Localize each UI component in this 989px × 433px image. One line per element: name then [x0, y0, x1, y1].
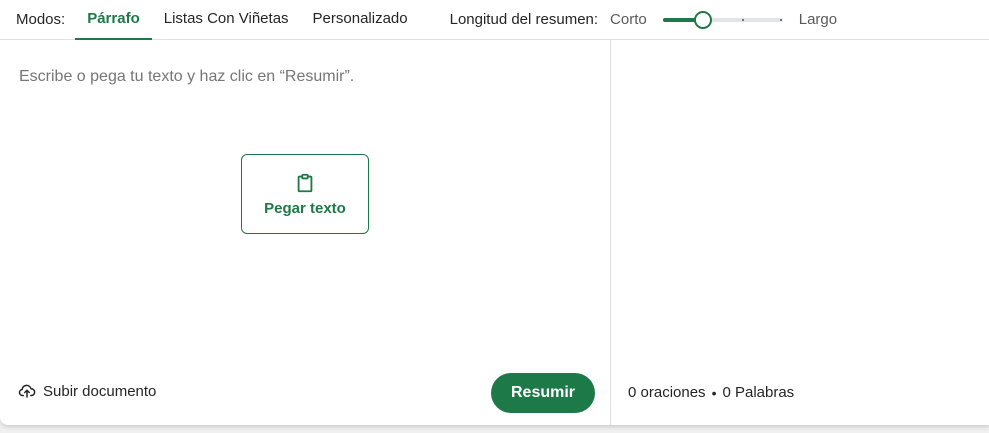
tab-custom[interactable]: Personalizado: [301, 0, 420, 40]
slider-thumb[interactable]: [693, 10, 712, 29]
input-placeholder[interactable]: Escribe o pega tu texto y haz clic en “R…: [19, 68, 354, 86]
tab-paragraph[interactable]: Párrafo: [75, 0, 152, 40]
mode-toolbar: Modos: Párrafo Listas Con Viñetas Person…: [0, 0, 989, 40]
output-stats: 0 oraciones • 0 Palabras: [628, 384, 794, 401]
sentence-count: 0 oraciones: [628, 384, 706, 401]
modes-label: Modos:: [16, 11, 66, 28]
slider-tick: [741, 18, 744, 21]
paste-text-button[interactable]: Pegar texto: [241, 154, 369, 234]
long-label: Largo: [798, 11, 838, 28]
slider-tick: [779, 18, 782, 21]
summary-length-label: Longitud del resumen:: [449, 11, 599, 28]
short-label: Corto: [610, 11, 647, 28]
word-count: 0 Palabras: [722, 384, 795, 401]
upload-document-button[interactable]: Subir documento: [18, 382, 156, 400]
summary-length-slider[interactable]: [662, 10, 783, 30]
summarizer-card: Modos: Párrafo Listas Con Viñetas Person…: [0, 0, 989, 425]
summarize-button[interactable]: Resumir: [491, 373, 595, 413]
upload-document-label: Subir documento: [43, 382, 157, 400]
cloud-upload-icon: [18, 384, 36, 398]
paste-text-label: Pegar texto: [264, 199, 346, 217]
tab-bullet-lists[interactable]: Listas Con Viñetas: [152, 0, 301, 40]
input-panel[interactable]: Escribe o pega tu texto y haz clic en “R…: [0, 40, 611, 425]
output-panel: 0 oraciones • 0 Palabras: [612, 40, 989, 425]
stats-separator: •: [711, 384, 717, 401]
clipboard-icon: [297, 173, 313, 192]
